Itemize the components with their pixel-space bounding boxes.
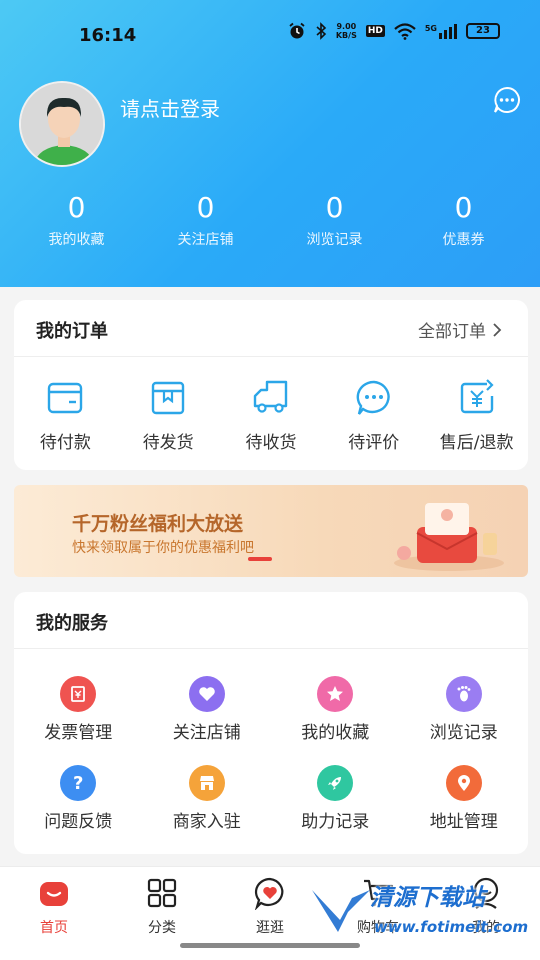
- rocket-icon: [317, 765, 354, 801]
- heart-chat-icon: [254, 877, 284, 911]
- orders-title: 我的订单: [36, 321, 108, 342]
- all-orders-link[interactable]: 全部订单: [418, 317, 502, 342]
- stat-label: 优惠券: [442, 232, 485, 248]
- service-address[interactable]: 地址管理: [400, 765, 529, 832]
- grid-icon: [147, 878, 177, 908]
- order-status-row: 待付款 待发货 待收货 待评价 售后/退款: [14, 378, 528, 453]
- service-invoice[interactable]: 发票管理: [14, 676, 143, 743]
- stat-value: 0: [325, 191, 344, 224]
- services-grid: 发票管理 关注店铺 我的收藏 浏览记录 ? 问题反馈 商家入驻 助力记录 地址管: [14, 676, 528, 832]
- service-favorites[interactable]: 我的收藏: [271, 676, 400, 743]
- star-icon: [317, 676, 354, 712]
- alarm-icon: [289, 22, 305, 39]
- service-feedback[interactable]: ? 问题反馈: [14, 765, 143, 832]
- banner-pagination-dot: [248, 557, 272, 561]
- avatar-person-icon: [21, 83, 103, 165]
- tab-label: 分类: [148, 920, 176, 936]
- service-label: 地址管理: [429, 812, 498, 832]
- watermark: 清源下载站 www.fotimeit.com: [308, 872, 540, 960]
- service-label: 浏览记录: [429, 723, 498, 743]
- chat-bubble-icon: [356, 380, 390, 415]
- stat-value: 0: [196, 191, 215, 224]
- tab-label: 首页: [40, 920, 68, 936]
- order-pending-receipt[interactable]: 待收货: [220, 378, 323, 453]
- divider: [14, 648, 528, 649]
- footprint-icon: [445, 676, 482, 712]
- signal-icon: 5G: [425, 23, 457, 39]
- stat-label: 浏览记录: [306, 232, 363, 248]
- service-label: 问题反馈: [44, 812, 113, 832]
- service-label: 商家入驻: [172, 812, 241, 832]
- tab-home[interactable]: 首页: [0, 867, 108, 960]
- package-icon: [151, 381, 185, 415]
- services-card: 我的服务 发票管理 关注店铺 我的收藏 浏览记录 ? 问题反馈 商家入驻 助力记…: [14, 592, 528, 854]
- profile-header: 16:14 9.00 KB/S HD 5G 23 请点击登录 0 我的收藏 0 …: [0, 0, 540, 287]
- all-orders-label: 全部订单: [418, 322, 486, 342]
- stat-value: 0: [67, 191, 86, 224]
- banner-subtitle: 快来领取属于你的优惠福利吧: [72, 540, 254, 556]
- avatar[interactable]: [19, 81, 105, 167]
- battery-icon: 23: [466, 23, 500, 39]
- services-title: 我的服务: [36, 613, 108, 634]
- question-icon: ?: [60, 765, 97, 801]
- store-icon: [188, 765, 225, 801]
- stat-coupons[interactable]: 0 优惠券: [399, 190, 528, 254]
- home-icon: [40, 882, 68, 906]
- stat-value: 0: [454, 191, 473, 224]
- truck-icon: [253, 380, 288, 413]
- order-pending-review[interactable]: 待评价: [322, 378, 425, 453]
- watermark-logo-icon: [312, 890, 370, 932]
- order-label: 待评价: [348, 433, 400, 453]
- service-label: 我的收藏: [301, 723, 370, 743]
- order-label: 待付款: [39, 433, 91, 453]
- watermark-text: 清源下载站: [370, 885, 485, 911]
- stat-followed-shops[interactable]: 0 关注店铺: [141, 190, 270, 254]
- service-boost-records[interactable]: 助力记录: [271, 765, 400, 832]
- stat-label: 我的收藏: [48, 232, 105, 248]
- login-prompt[interactable]: 请点击登录: [120, 93, 220, 122]
- order-label: 售后/退款: [439, 433, 514, 453]
- service-merchant-join[interactable]: 商家入驻: [143, 765, 272, 832]
- order-after-sales[interactable]: 售后/退款: [425, 378, 528, 453]
- order-label: 待发货: [142, 433, 194, 453]
- status-icons: 9.00 KB/S HD 5G 23: [288, 22, 500, 40]
- bluetooth-icon: [316, 22, 327, 40]
- wifi-icon: [394, 22, 416, 40]
- service-followed-shops[interactable]: 关注店铺: [143, 676, 272, 743]
- service-label: 发票管理: [44, 723, 113, 743]
- stats-row: 0 我的收藏 0 关注店铺 0 浏览记录 0 优惠券: [12, 190, 528, 254]
- network-speed: 9.00 KB/S: [335, 22, 357, 40]
- promo-banner[interactable]: 千万粉丝福利大放送 快来领取属于你的优惠福利吧: [14, 485, 528, 577]
- banner-title: 千万粉丝福利大放送: [72, 513, 244, 535]
- stat-favorites[interactable]: 0 我的收藏: [12, 190, 141, 254]
- hd-icon: HD: [365, 25, 385, 37]
- wallet-icon: [48, 382, 83, 414]
- stat-label: 关注店铺: [177, 232, 234, 248]
- invoice-icon: [60, 676, 97, 712]
- message-icon[interactable]: [493, 86, 521, 114]
- refund-icon: [460, 379, 494, 414]
- order-pending-payment[interactable]: 待付款: [14, 378, 117, 453]
- order-pending-shipment[interactable]: 待发货: [117, 378, 220, 453]
- chevron-right-icon: [493, 322, 502, 337]
- status-time: 16:14: [79, 25, 137, 46]
- stat-history[interactable]: 0 浏览记录: [270, 190, 399, 254]
- service-label: 助力记录: [301, 812, 370, 832]
- divider: [14, 356, 528, 357]
- watermark-url: www.fotimeit.com: [374, 918, 529, 936]
- orders-card: 我的订单 全部订单 待付款 待发货 待收货 待评价 售后/退款: [14, 300, 528, 470]
- order-label: 待收货: [245, 433, 297, 453]
- location-icon: [445, 765, 482, 801]
- service-history[interactable]: 浏览记录: [400, 676, 529, 743]
- heart-icon: [188, 676, 225, 712]
- service-label: 关注店铺: [172, 723, 241, 743]
- gift-envelope-illustration: [394, 503, 504, 571]
- status-bar: 16:14 9.00 KB/S HD 5G 23: [0, 0, 540, 72]
